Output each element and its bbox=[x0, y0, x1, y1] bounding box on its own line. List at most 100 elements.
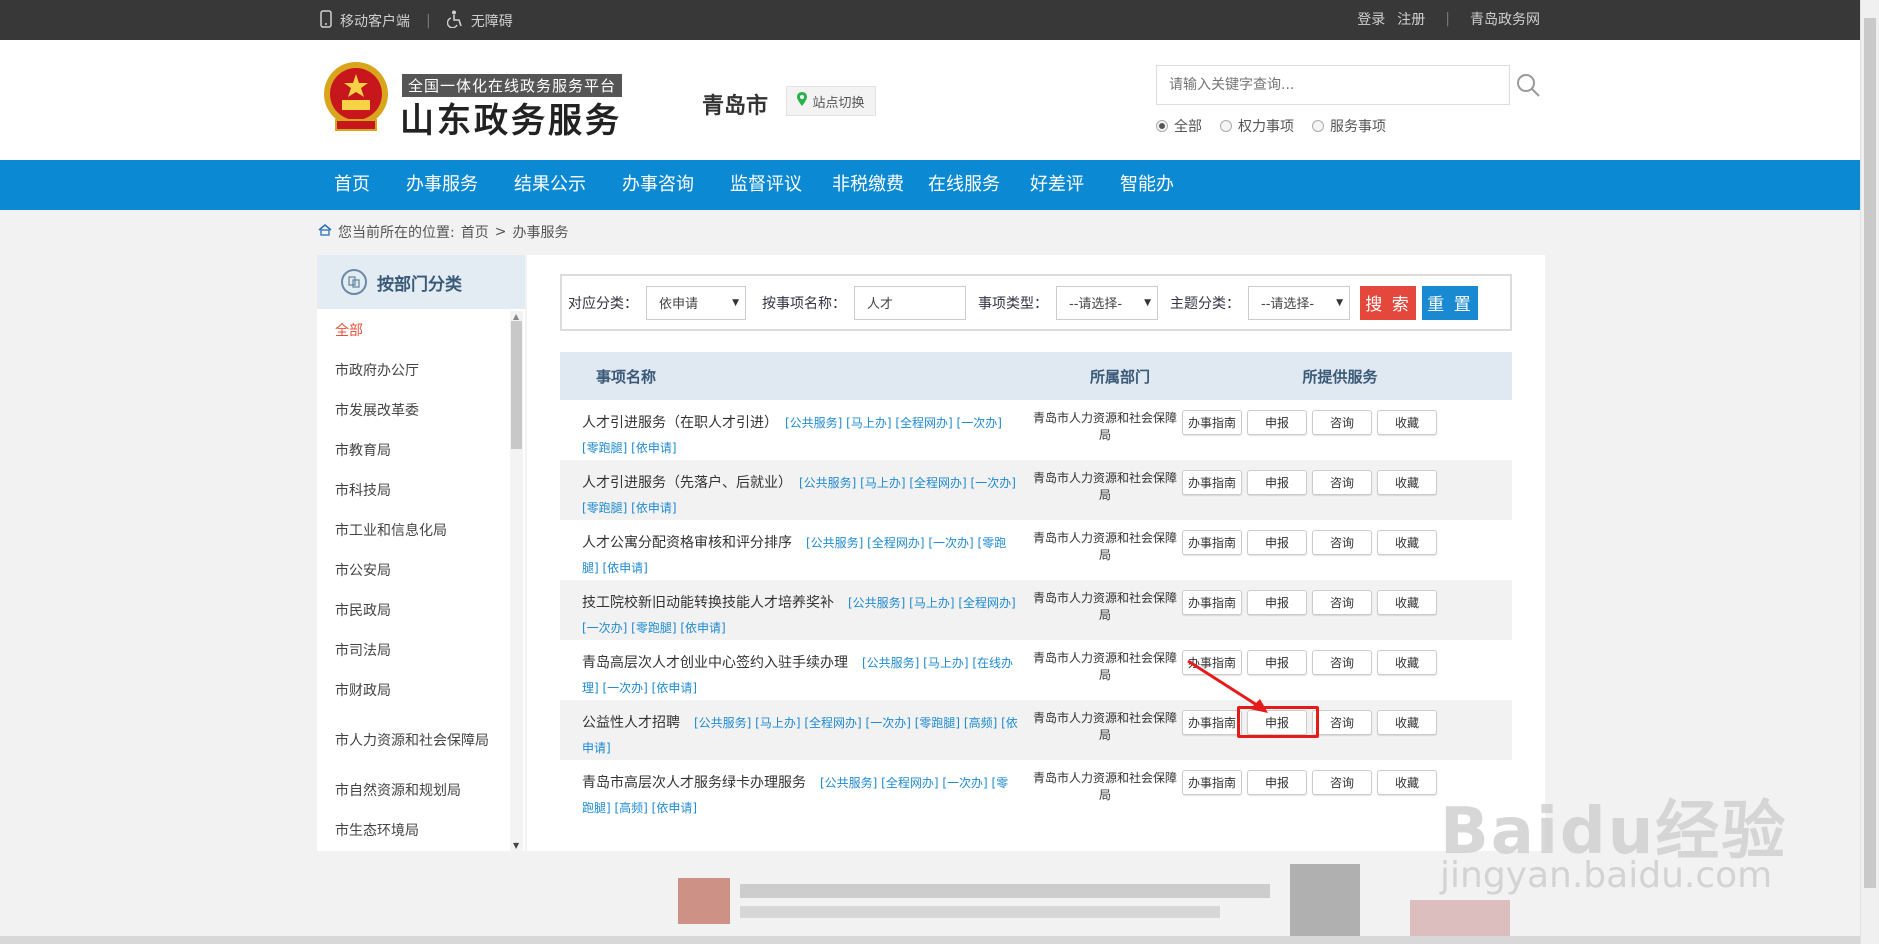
guide-button[interactable]: 办事指南 bbox=[1182, 650, 1242, 675]
radio-service-items[interactable]: 服务事项 bbox=[1312, 116, 1386, 136]
sidebar-title: 按部门分类 bbox=[377, 274, 462, 295]
watermark-url: jingyan.baidu.com bbox=[1440, 855, 1773, 896]
consult-button[interactable]: 咨询 bbox=[1312, 590, 1372, 615]
favorite-button[interactable]: 收藏 bbox=[1377, 410, 1437, 435]
scrollbar-thumb[interactable] bbox=[511, 321, 522, 449]
guide-button[interactable]: 办事指南 bbox=[1182, 770, 1242, 795]
scroll-up-icon[interactable]: ▲ bbox=[513, 312, 519, 321]
mobile-client-link[interactable]: 移动客户端 bbox=[340, 11, 410, 31]
guide-button[interactable]: 办事指南 bbox=[1182, 470, 1242, 495]
sidebar-item[interactable]: 市财政局 bbox=[317, 671, 507, 711]
sidebar-item[interactable]: 市民政局 bbox=[317, 591, 507, 631]
consult-button[interactable]: 咨询 bbox=[1312, 470, 1372, 495]
item-name-cell: 人才引进服务（先落户、后就业） [公共服务] [马上办] [全程网办] [一次办… bbox=[582, 471, 1018, 521]
item-title[interactable]: 人才公寓分配资格审核和评分排序 bbox=[582, 535, 792, 551]
item-dept: 青岛市人力资源和社会保障局 bbox=[1032, 411, 1177, 442]
nav-home[interactable]: 首页 bbox=[316, 160, 388, 210]
breadcrumb-current: 办事服务 bbox=[512, 225, 569, 241]
apply-button[interactable]: 申报 bbox=[1247, 410, 1307, 435]
item-name-input[interactable] bbox=[854, 285, 966, 320]
sidebar-item[interactable]: 市司法局 bbox=[317, 631, 507, 671]
nav-online[interactable]: 在线服务 bbox=[916, 160, 1012, 210]
theme-select[interactable]: --请选择- ▼ bbox=[1248, 285, 1350, 320]
item-title[interactable]: 人才引进服务（在职人才引进） bbox=[582, 415, 771, 431]
sidebar-item[interactable]: 市自然资源和规划局 bbox=[317, 771, 507, 811]
guide-button[interactable]: 办事指南 bbox=[1182, 710, 1242, 735]
consult-button[interactable]: 咨询 bbox=[1312, 770, 1372, 795]
accessibility-link[interactable]: 无障碍 bbox=[471, 11, 513, 31]
apply-button[interactable]: 申报 bbox=[1247, 770, 1307, 795]
apply-button[interactable]: 申报 bbox=[1247, 710, 1307, 735]
breadcrumb: 您当前所在的位置: 首页 > 办事服务 bbox=[318, 222, 568, 242]
breadcrumb-prefix: 您当前所在的位置: bbox=[338, 225, 455, 241]
table-row: 公益性人才招聘 [公共服务] [马上办] [全程网办] [一次办] [零跑腿] … bbox=[560, 700, 1512, 760]
consult-button[interactable]: 咨询 bbox=[1312, 530, 1372, 555]
guide-button[interactable]: 办事指南 bbox=[1182, 590, 1242, 615]
favorite-button[interactable]: 收藏 bbox=[1377, 650, 1437, 675]
guide-button[interactable]: 办事指南 bbox=[1182, 410, 1242, 435]
favorite-button[interactable]: 收藏 bbox=[1377, 710, 1437, 735]
logo-title[interactable]: 山东政务服务 bbox=[400, 93, 622, 142]
search-icon[interactable] bbox=[1515, 72, 1541, 98]
top-bar-right: 登录 注册 | 青岛政务网 bbox=[1357, 9, 1540, 29]
divider: | bbox=[426, 13, 431, 29]
search-input[interactable] bbox=[1157, 66, 1509, 104]
theme-label: 主题分类： bbox=[1170, 295, 1240, 312]
apply-button[interactable]: 申报 bbox=[1247, 590, 1307, 615]
radio-power-items[interactable]: 权力事项 bbox=[1220, 116, 1294, 136]
divider: | bbox=[1445, 11, 1450, 27]
item-type-select[interactable]: --请选择- ▼ bbox=[1056, 285, 1158, 320]
nav-rating[interactable]: 好差评 bbox=[1012, 160, 1102, 210]
breadcrumb-home[interactable]: 首页 bbox=[461, 222, 489, 242]
login-link[interactable]: 登录 bbox=[1357, 9, 1385, 29]
page-scrollbar[interactable] bbox=[1860, 0, 1879, 944]
sidebar-item[interactable]: 市人力资源和社会保障局 bbox=[317, 711, 507, 771]
favorite-button[interactable]: 收藏 bbox=[1377, 770, 1437, 795]
qingdao-gov-link[interactable]: 青岛政务网 bbox=[1470, 9, 1540, 29]
consult-button[interactable]: 咨询 bbox=[1312, 650, 1372, 675]
site-switch-button[interactable]: 站点切换 bbox=[786, 86, 876, 116]
reset-button[interactable]: 重 置 bbox=[1422, 285, 1478, 320]
apply-button[interactable]: 申报 bbox=[1247, 470, 1307, 495]
scrollbar-thumb[interactable] bbox=[1864, 18, 1876, 888]
item-dept: 青岛市人力资源和社会保障局 bbox=[1032, 531, 1177, 562]
sidebar-item[interactable]: 市政府办公厅 bbox=[317, 351, 507, 391]
nav-smart[interactable]: 智能办 bbox=[1102, 160, 1192, 210]
favorite-button[interactable]: 收藏 bbox=[1377, 590, 1437, 615]
sidebar-item-all[interactable]: 全部 bbox=[317, 311, 507, 351]
sidebar-item[interactable]: 市公安局 bbox=[317, 551, 507, 591]
favorite-button[interactable]: 收藏 bbox=[1377, 530, 1437, 555]
sidebar-item[interactable]: 市科技局 bbox=[317, 471, 507, 511]
category-select[interactable]: 依申请 ▼ bbox=[646, 285, 746, 320]
search-button[interactable]: 搜 索 bbox=[1360, 285, 1416, 320]
register-link[interactable]: 注册 bbox=[1397, 9, 1425, 29]
sidebar-item[interactable]: 市发展改革委 bbox=[317, 391, 507, 431]
scroll-down-icon[interactable]: ▼ bbox=[513, 841, 519, 850]
item-title[interactable]: 青岛市高层次人才服务绿卡办理服务 bbox=[582, 775, 806, 791]
column-header-services: 所提供服务 bbox=[1302, 367, 1378, 386]
sidebar-item[interactable]: 市工业和信息化局 bbox=[317, 511, 507, 551]
nav-services[interactable]: 办事服务 bbox=[388, 160, 496, 210]
search-scope-radios: 全部 权力事项 服务事项 bbox=[1156, 116, 1386, 136]
nav-results[interactable]: 结果公示 bbox=[496, 160, 604, 210]
category-select-value: 依申请 bbox=[659, 297, 699, 312]
nav-consult[interactable]: 办事咨询 bbox=[604, 160, 712, 210]
sidebar-item[interactable]: 市生态环境局 bbox=[317, 811, 507, 851]
sidebar-scrollbar[interactable]: ▲ ▼ bbox=[510, 311, 523, 851]
nav-supervise[interactable]: 监督评议 bbox=[712, 160, 820, 210]
favorite-button[interactable]: 收藏 bbox=[1377, 470, 1437, 495]
consult-button[interactable]: 咨询 bbox=[1312, 410, 1372, 435]
apply-button[interactable]: 申报 bbox=[1247, 650, 1307, 675]
apply-button[interactable]: 申报 bbox=[1247, 530, 1307, 555]
item-title[interactable]: 人才引进服务（先落户、后就业） bbox=[582, 475, 785, 491]
column-header-dept: 所属部门 bbox=[1089, 367, 1150, 386]
consult-button[interactable]: 咨询 bbox=[1312, 710, 1372, 735]
item-title[interactable]: 青岛高层次人才创业中心签约入驻手续办理 bbox=[582, 655, 848, 671]
item-title[interactable]: 技工院校新旧动能转换技能人才培养奖补 bbox=[582, 595, 834, 611]
guide-button[interactable]: 办事指南 bbox=[1182, 530, 1242, 555]
sidebar-item[interactable]: 市教育局 bbox=[317, 431, 507, 471]
item-title[interactable]: 公益性人才招聘 bbox=[582, 715, 680, 731]
radio-all[interactable]: 全部 bbox=[1156, 116, 1202, 136]
nav-nontax[interactable]: 非税缴费 bbox=[820, 160, 916, 210]
row-actions: 办事指南 申报 咨询 收藏 bbox=[1182, 530, 1437, 555]
